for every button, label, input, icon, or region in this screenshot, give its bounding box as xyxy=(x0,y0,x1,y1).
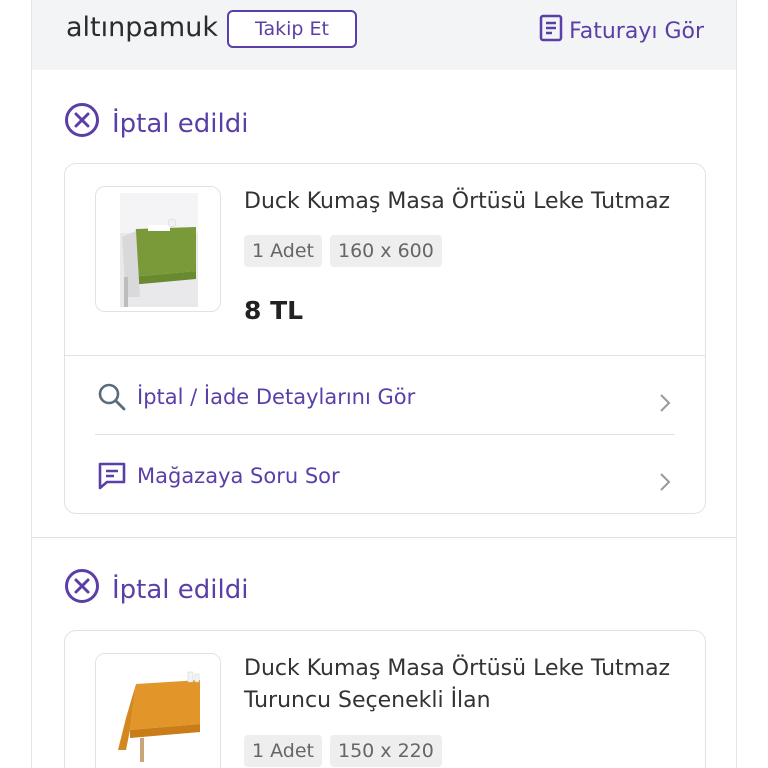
order-detail-page: altınpamuk Takip Et Faturayı Gör İptal e… xyxy=(31,0,737,768)
order-status-label: İptal edildi xyxy=(112,108,249,139)
follow-button[interactable]: Takip Et xyxy=(227,10,357,48)
chevron-right-icon xyxy=(659,472,671,497)
search-icon xyxy=(95,380,129,414)
view-invoice-link[interactable]: Faturayı Gör xyxy=(539,14,704,48)
product-options: 1 Adet 160 x 600 xyxy=(244,235,442,267)
quantity-chip: 1 Adet xyxy=(244,235,322,267)
divider xyxy=(95,434,675,435)
cancel-circle-icon xyxy=(64,102,100,145)
order-item-section: İptal edildi Duck Kumaş Masa Örtüsü Leke… xyxy=(32,70,736,537)
order-status-label: İptal edildi xyxy=(112,574,249,605)
product-image[interactable] xyxy=(95,186,221,312)
ask-store-question-label: Mağazaya Soru Sor xyxy=(137,464,340,488)
size-chip: 160 x 600 xyxy=(330,235,442,267)
chevron-right-icon xyxy=(659,393,671,418)
divider xyxy=(65,355,705,356)
order-card: Duck Kumaş Masa Örtüsü Leke Tutmaz 1 Ade… xyxy=(64,163,706,514)
cancel-circle-icon xyxy=(64,568,100,611)
order-status: İptal edildi xyxy=(64,102,248,145)
product-title[interactable]: Duck Kumaş Masa Örtüsü Leke Tutmaz Turun… xyxy=(244,653,694,717)
ask-store-question-link[interactable]: Mağazaya Soru Sor xyxy=(95,446,675,506)
shop-name[interactable]: altınpamuk xyxy=(66,12,218,43)
cancel-return-details-link[interactable]: İptal / İade Detaylarını Gör xyxy=(95,367,675,427)
cancel-return-details-label: İptal / İade Detaylarını Gör xyxy=(137,385,416,409)
document-icon xyxy=(539,14,563,48)
order-status: İptal edildi xyxy=(64,568,248,611)
product-title[interactable]: Duck Kumaş Masa Örtüsü Leke Tutmaz xyxy=(244,186,694,218)
message-icon xyxy=(95,459,129,493)
product-options: 1 Adet 150 x 220 xyxy=(244,735,442,767)
product-image[interactable] xyxy=(95,653,221,768)
view-invoice-label: Faturayı Gör xyxy=(569,18,704,44)
quantity-chip: 1 Adet xyxy=(244,735,322,767)
size-chip: 150 x 220 xyxy=(330,735,442,767)
order-item-section: İptal edildi Duck Kumaş Masa Örtüsü Leke… xyxy=(32,538,736,768)
shop-header: altınpamuk Takip Et Faturayı Gör xyxy=(32,0,736,70)
order-card: Duck Kumaş Masa Örtüsü Leke Tutmaz Turun… xyxy=(64,630,706,768)
product-price: 8 TL xyxy=(244,296,304,325)
